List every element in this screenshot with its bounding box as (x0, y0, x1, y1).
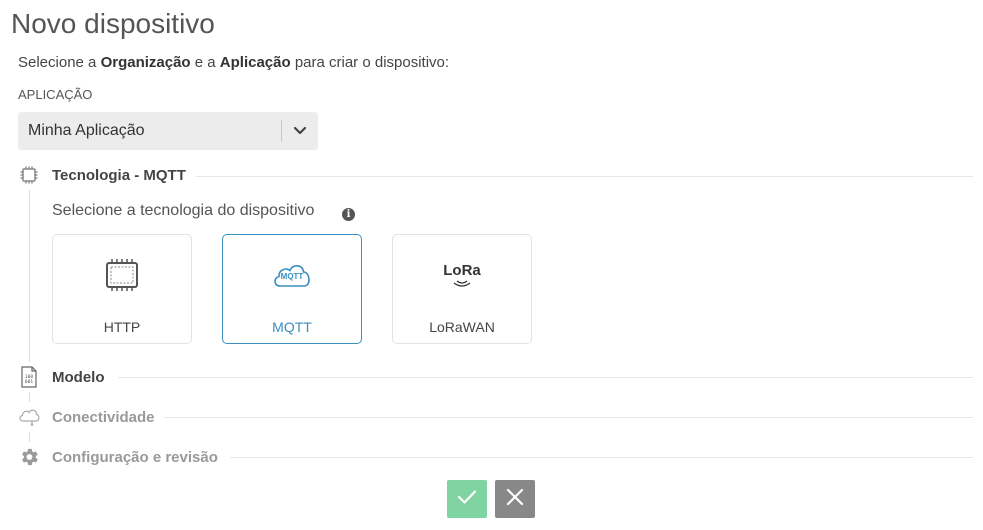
instructions-text: para criar o dispositivo: (290, 54, 450, 71)
step-technology-label[interactable]: Tecnologia - MQTT (52, 167, 186, 184)
gear-icon (14, 442, 44, 472)
mqtt-cloud-icon: MQTT (223, 255, 361, 295)
technology-prompt: Selecione a tecnologia do dispositivo (52, 202, 315, 219)
cancel-button[interactable] (495, 480, 535, 518)
document-icon: 100 001 (14, 362, 44, 392)
chip-icon (14, 160, 44, 190)
application-select-value: Minha Aplicação (28, 122, 145, 139)
technology-card-label: HTTP (103, 319, 141, 335)
page-title: Novo dispositivo (11, 8, 215, 39)
application-label: APLICAÇÃO (18, 87, 93, 102)
application-emphasis: Aplicação (219, 54, 291, 71)
technology-card-lorawan[interactable]: LoRa LoRaWAN (392, 234, 532, 344)
check-icon (457, 489, 477, 510)
technology-card-label: MQTT (272, 319, 312, 335)
close-icon (506, 488, 524, 511)
lora-icon: LoRa (393, 255, 531, 295)
confirm-button[interactable] (447, 480, 487, 518)
step-divider (196, 176, 973, 177)
instructions: Selecione a Organização e a Aplicação pa… (18, 54, 449, 71)
instructions-text: e a (190, 54, 220, 71)
step-divider (164, 417, 973, 418)
mqtt-icon-text: MQTT (280, 272, 304, 281)
organization-emphasis: Organização (100, 54, 191, 71)
step-divider (118, 377, 973, 378)
technology-card-mqtt[interactable]: MQTT MQTT (222, 234, 362, 344)
info-icon[interactable]: i (342, 208, 355, 221)
step-model-label[interactable]: Modelo (52, 369, 105, 386)
cloud-icon (14, 402, 44, 432)
technology-card-http[interactable]: HTTP (52, 234, 192, 344)
chevron-down-icon[interactable] (282, 126, 318, 136)
application-select[interactable]: Minha Aplicação (18, 112, 318, 150)
chip-icon (53, 255, 191, 295)
step-connectivity-label[interactable]: Conectividade (52, 409, 155, 426)
step-divider (230, 457, 973, 458)
instructions-text: Selecione a (18, 54, 101, 71)
step-review-label[interactable]: Configuração e revisão (52, 449, 218, 466)
technology-card-label: LoRaWAN (429, 319, 495, 335)
svg-text:001: 001 (25, 379, 33, 385)
